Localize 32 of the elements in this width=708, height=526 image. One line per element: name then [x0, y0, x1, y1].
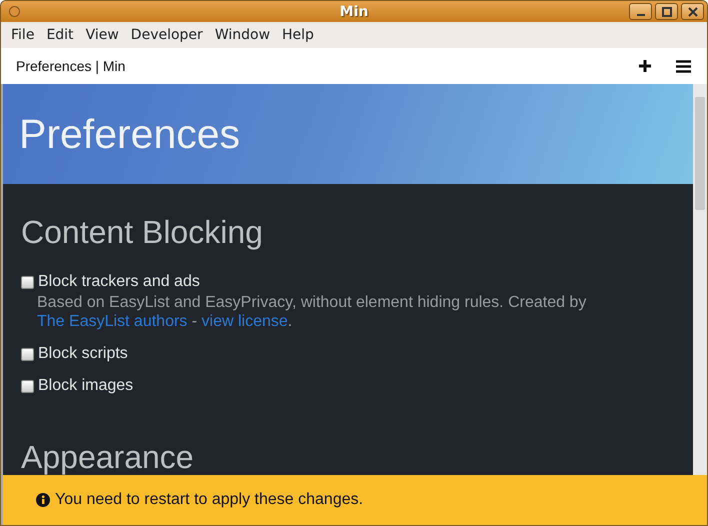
page-title: Preferences	[19, 110, 240, 158]
scrollbar[interactable]	[693, 84, 707, 475]
option-label: Block scripts	[38, 345, 128, 363]
menu-item[interactable]: View	[80, 27, 125, 43]
checkbox[interactable]	[21, 276, 34, 288]
window-menu-icon[interactable]	[9, 6, 20, 17]
checkbox[interactable]	[21, 348, 34, 360]
menu-item[interactable]: File	[5, 27, 40, 43]
maximize-icon	[662, 6, 672, 16]
link[interactable]: The EasyList authors	[37, 313, 188, 330]
section-heading: Content Blocking	[21, 214, 264, 251]
info-icon	[36, 493, 50, 507]
option-label: Block images	[38, 377, 134, 395]
menu-item[interactable]: Window	[208, 27, 276, 43]
window-title: Min	[340, 4, 368, 20]
option-description: Based on EasyList and EasyPrivacy, without element hiding rules. Created by The EasyList authors - view license.	[37, 293, 588, 331]
add-tab-icon[interactable]	[638, 59, 652, 73]
menu-item[interactable]: Edit	[40, 27, 80, 43]
banner-message: You need to restart to apply these changes.	[55, 491, 364, 509]
tab-title[interactable]: Preferences | Min	[16, 58, 126, 74]
close-button[interactable]	[681, 3, 704, 20]
minimize-icon	[636, 14, 644, 16]
menu-item[interactable]: Help	[276, 27, 320, 43]
link[interactable]: view license	[202, 313, 288, 330]
checkbox[interactable]	[21, 380, 34, 392]
section-heading: Appearance	[21, 439, 195, 476]
option-label: Block trackers and ads	[38, 273, 200, 291]
close-icon	[688, 6, 698, 16]
menu-item[interactable]: Developer	[124, 27, 209, 43]
minimize-button[interactable]	[629, 3, 652, 20]
menu-icon[interactable]	[676, 60, 691, 72]
maximize-button[interactable]	[655, 3, 678, 20]
